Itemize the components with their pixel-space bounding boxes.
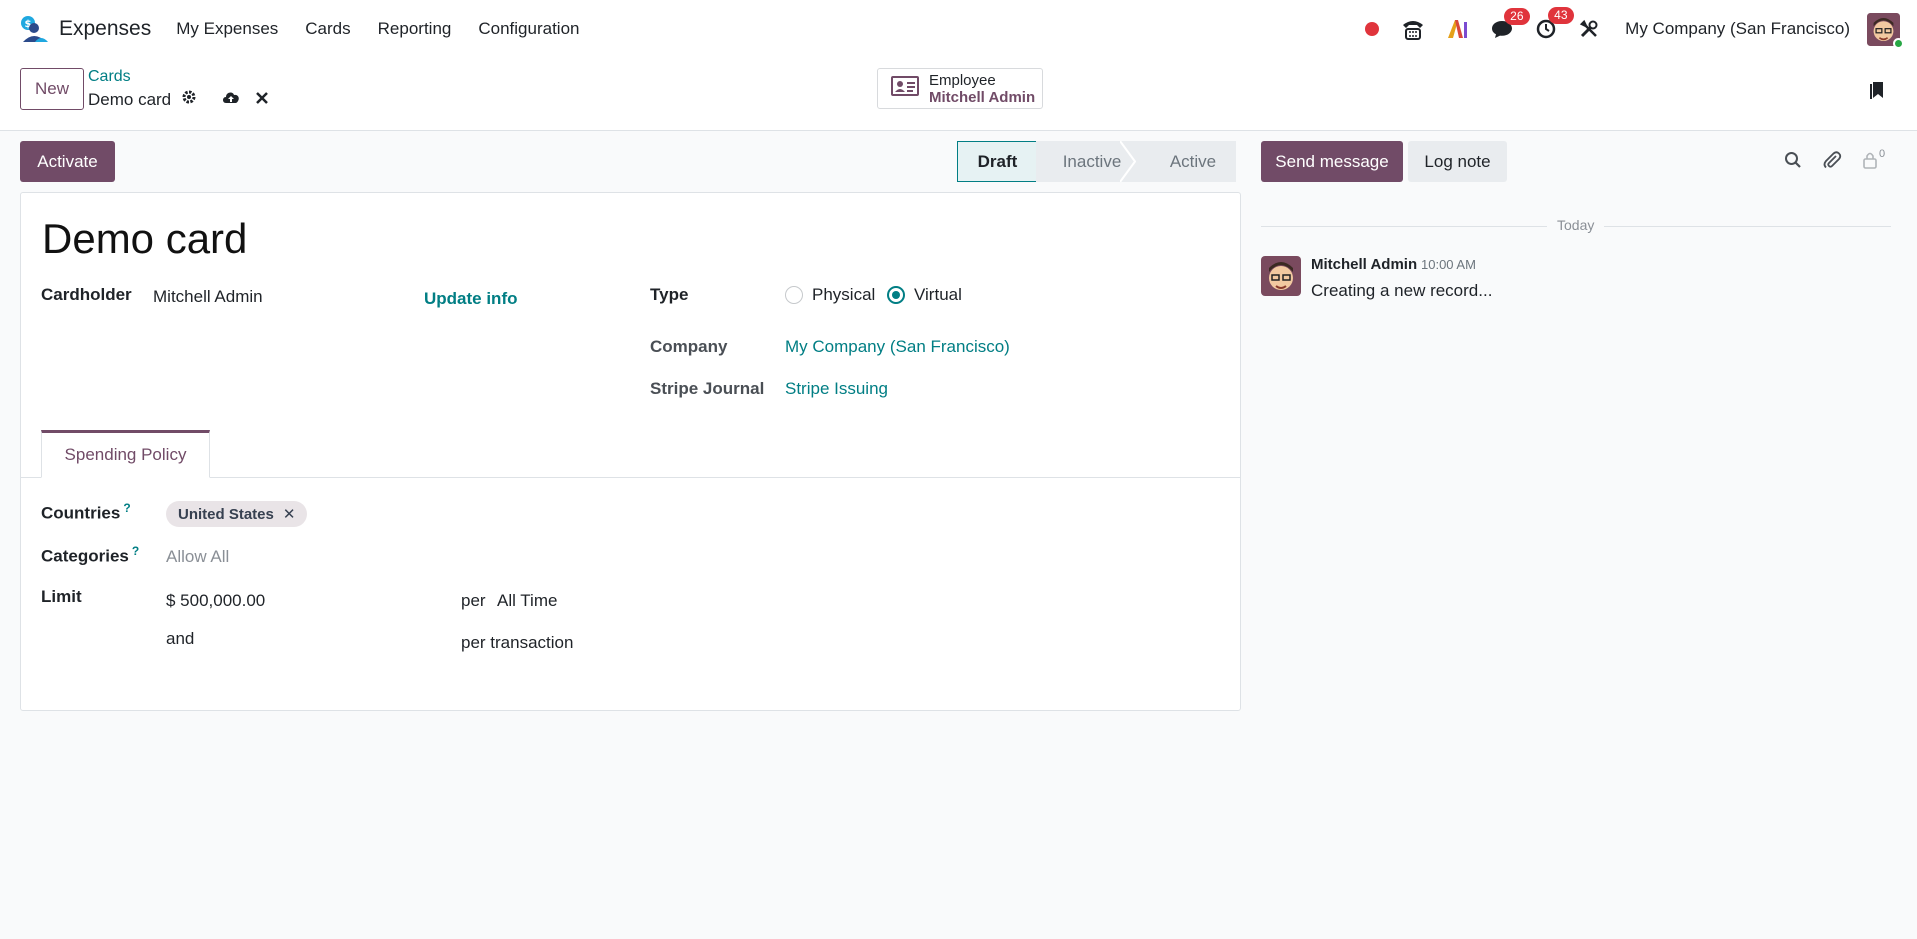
activate-button[interactable]: Activate bbox=[20, 141, 115, 182]
menu-my-expenses[interactable]: My Expenses bbox=[176, 19, 278, 39]
countries-help-icon[interactable]: ? bbox=[123, 501, 130, 515]
physical-radio-circle[interactable] bbox=[785, 286, 803, 304]
cardholder-field[interactable]: Mitchell Admin bbox=[153, 287, 263, 307]
breadcrumb-current: Demo card bbox=[88, 89, 269, 110]
messages-badge: 26 bbox=[1504, 8, 1530, 25]
phone-icon[interactable] bbox=[1401, 18, 1425, 40]
menu-cards[interactable]: Cards bbox=[305, 19, 350, 39]
company-label: Company bbox=[650, 337, 728, 356]
send-message-button[interactable]: Send message bbox=[1261, 141, 1403, 182]
limit-period-field[interactable]: All Time bbox=[497, 591, 557, 611]
categories-label-text: Categories bbox=[41, 546, 129, 566]
followers-button[interactable]: 0 bbox=[1862, 148, 1905, 169]
main-menu: My Expenses Cards Reporting Configuratio… bbox=[176, 19, 606, 39]
countries-label: Countries? bbox=[41, 501, 131, 524]
message-body: Creating a new record... bbox=[1311, 281, 1493, 300]
employee-smart-button[interactable]: Employee Mitchell Admin bbox=[877, 68, 1043, 109]
limit-amount-field[interactable]: $ 500,000.00 bbox=[166, 591, 265, 611]
menu-reporting[interactable]: Reporting bbox=[378, 19, 452, 39]
type-label: Type bbox=[650, 285, 689, 304]
smart-button-label: Employee bbox=[929, 71, 996, 89]
date-separator: Today bbox=[1547, 217, 1605, 233]
chatter-toolbar: 0 bbox=[1784, 148, 1917, 170]
id-card-icon bbox=[890, 75, 920, 102]
type-physical-radio[interactable]: Physical bbox=[785, 285, 875, 305]
online-status-dot bbox=[1893, 37, 1904, 49]
virtual-radio-label: Virtual bbox=[914, 285, 962, 304]
categories-help-icon[interactable]: ? bbox=[132, 544, 139, 558]
breadcrumb-cards[interactable]: Cards bbox=[88, 68, 131, 86]
lock-user-icon bbox=[1863, 152, 1877, 169]
status-stages: Draft Inactive Active bbox=[957, 141, 1236, 182]
stripe-journal-field[interactable]: Stripe Issuing bbox=[785, 379, 888, 399]
categories-field[interactable]: Allow All bbox=[166, 547, 229, 567]
record-dot-icon[interactable] bbox=[1365, 22, 1380, 36]
bookmark-icon[interactable] bbox=[1869, 80, 1885, 105]
remove-tag-icon[interactable]: ✕ bbox=[283, 505, 296, 523]
update-info-button[interactable]: Update info bbox=[424, 289, 518, 309]
categories-label: Categories? bbox=[41, 544, 139, 567]
stripe-journal-label: Stripe Journal bbox=[650, 379, 765, 398]
activities-badge: 43 bbox=[1548, 7, 1574, 24]
followers-count: 0 bbox=[1879, 148, 1886, 160]
debug-tools-icon[interactable] bbox=[1579, 19, 1599, 39]
stage-inactive-arrow bbox=[1120, 141, 1136, 182]
new-button[interactable]: New bbox=[20, 68, 84, 110]
gear-icon[interactable] bbox=[181, 89, 197, 110]
limit-per-label: per bbox=[461, 591, 486, 610]
menu-configuration[interactable]: Configuration bbox=[478, 19, 579, 39]
physical-radio-label: Physical bbox=[812, 285, 876, 304]
stage-active[interactable]: Active bbox=[1136, 141, 1236, 182]
messages-icon[interactable]: 26 bbox=[1491, 8, 1530, 39]
company-field[interactable]: My Company (San Francisco) bbox=[785, 337, 1010, 357]
virtual-radio-circle[interactable] bbox=[887, 286, 905, 304]
and-label: and bbox=[166, 629, 195, 648]
smart-button-text: Employee Mitchell Admin bbox=[929, 72, 1035, 106]
limit-label: Limit bbox=[41, 587, 82, 606]
search-icon[interactable] bbox=[1784, 151, 1802, 169]
per-transaction-label: per transaction bbox=[461, 633, 574, 652]
app-brand[interactable]: $ Expenses bbox=[19, 14, 151, 44]
countries-label-text: Countries bbox=[41, 503, 121, 523]
tab-spending-policy[interactable]: Spending Policy bbox=[41, 430, 210, 478]
expenses-app-icon: $ bbox=[19, 14, 49, 44]
country-tag: United States ✕ bbox=[166, 501, 308, 527]
type-virtual-radio[interactable]: Virtual bbox=[887, 285, 962, 305]
stage-draft[interactable]: Draft bbox=[957, 141, 1037, 182]
systray: 26 43 My Company (San Francisco) bbox=[1343, 0, 1917, 58]
log-note-button[interactable]: Log note bbox=[1408, 141, 1507, 182]
form-sheet: Demo card Cardholder Mitchell Admin Upda… bbox=[20, 192, 1241, 711]
card-name-field[interactable]: Demo card bbox=[42, 215, 247, 263]
message-author-avatar[interactable] bbox=[1261, 256, 1301, 296]
cardholder-label: Cardholder bbox=[41, 285, 132, 304]
breadcrumb-current-label: Demo card bbox=[88, 89, 172, 109]
company-switcher[interactable]: My Company (San Francisco) bbox=[1625, 19, 1850, 39]
app-name[interactable]: Expenses bbox=[59, 17, 151, 41]
ai-icon[interactable] bbox=[1447, 19, 1469, 39]
message-time: 10:00 AM bbox=[1421, 257, 1476, 272]
paperclip-icon[interactable] bbox=[1822, 150, 1842, 170]
message-author[interactable]: Mitchell Admin bbox=[1311, 256, 1417, 273]
top-navbar: $ Expenses My Expenses Cards Reporting C… bbox=[0, 0, 1917, 58]
country-tag-label: United States bbox=[178, 505, 274, 523]
cloud-upload-icon[interactable] bbox=[221, 89, 241, 110]
discard-close-icon[interactable] bbox=[255, 90, 269, 110]
smart-button-value: Mitchell Admin bbox=[929, 88, 1036, 106]
user-avatar[interactable] bbox=[1867, 12, 1904, 49]
activities-clock-icon[interactable]: 43 bbox=[1535, 7, 1574, 40]
control-panel: New Cards Demo card Employee Mitchell Ad… bbox=[0, 58, 1917, 131]
